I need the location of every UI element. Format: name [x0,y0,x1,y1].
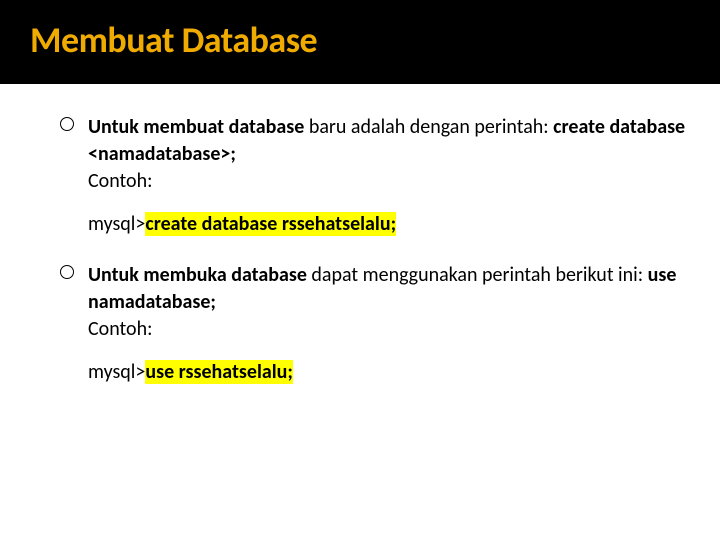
title-bar: Membuat Database [0,0,720,84]
text-bold: Untuk membuat database [88,115,304,139]
prompt-text: mysql> [88,212,145,236]
slide-title: Membuat Database [30,18,690,62]
circle-bullet-icon [60,117,74,131]
highlighted-command: create database rssehatselalu; [145,212,396,236]
circle-bullet-icon [60,265,74,279]
text: Contoh: [88,168,690,195]
code-line: mysql>create database rssehatselalu; [60,211,690,238]
slide-content: Untuk membuat database baru adalah denga… [0,84,720,386]
text: dapat menggunakan perintah berikut ini: [307,263,648,287]
code-line: mysql>use rssehatselalu; [60,359,690,386]
highlighted-command: use rssehatselalu; [145,360,293,384]
text: Contoh: [88,316,690,343]
text: baru adalah dengan perintah: [304,115,553,139]
bullet-item: Untuk membuka database dapat menggunakan… [60,262,690,343]
prompt-text: mysql> [88,360,145,384]
bullet-item: Untuk membuat database baru adalah denga… [60,114,690,195]
text-bold: Untuk membuka database [88,263,307,287]
